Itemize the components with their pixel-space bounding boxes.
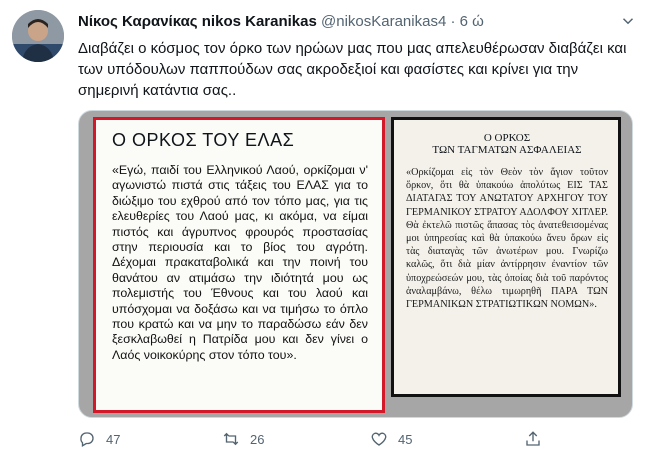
right-title-line2: ΤΩΝ ΤΑΓΜΑΤΩΝ ΑΣΦΑΛΕΙΑΣ: [432, 144, 582, 156]
security-battalions-oath-document: Ο ΟΡΚΟΣ ΤΩΝ ΤΑΓΜΑΤΩΝ ΑΣΦΑΛΕΙΑΣ «Ορκίζομα…: [391, 117, 621, 397]
reply-icon: [80, 432, 94, 447]
separator: ·: [450, 13, 456, 30]
tweet-media[interactable]: Ο ΟΡΚΟΣ ΤΟΥ ΕΛΑΣ «Εγώ, παιδί του Ελληνικ…: [78, 110, 633, 418]
security-battalions-oath-text: «Ορκίζομαι εἰς τὸν Θεὸν τὸν ἅγιον τοῦτον…: [406, 167, 608, 311]
like-button[interactable]: 45: [370, 430, 412, 448]
retweet-count: 26: [250, 431, 265, 447]
like-count: 45: [398, 431, 413, 447]
action-bar: 47 26 45: [78, 430, 638, 452]
security-battalions-oath-title: Ο ΟΡΚΟΣ ΤΩΝ ΤΑΓΜΑΤΩΝ ΑΣΦΑΛΕΙΑΣ: [406, 132, 608, 156]
reply-button[interactable]: 47: [78, 430, 120, 448]
tweet-text: Διαβάζει ο κόσμος τον όρκο των ηρώων μας…: [78, 40, 627, 99]
tweet-header: Νίκος Καρανίκας nikos Karanikas @nikosKa…: [78, 12, 484, 32]
share-icon: [526, 431, 540, 446]
elas-oath-title: Ο ΟΡΚΟΣ ΤΟΥ ΕΛΑΣ: [112, 130, 295, 150]
author-handle[interactable]: @nikosKaranikas4: [321, 13, 446, 30]
reply-count: 47: [106, 431, 121, 447]
avatar[interactable]: [12, 10, 64, 62]
right-title-line1: Ο ΟΡΚΟΣ: [483, 132, 531, 144]
elas-oath-text: «Εγώ, παιδί του Ελληνικού Λαού, ορκίζομα…: [112, 163, 368, 362]
retweet-button[interactable]: 26: [222, 430, 264, 448]
elas-oath-document: Ο ΟΡΚΟΣ ΤΟΥ ΕΛΑΣ «Εγώ, παιδί του Ελληνικ…: [93, 117, 385, 413]
retweet-icon: [223, 432, 239, 446]
timestamp[interactable]: 6 ώ: [460, 13, 484, 30]
like-icon: [371, 432, 387, 446]
more-icon[interactable]: [619, 12, 637, 30]
share-button[interactable]: [524, 430, 552, 448]
author-name[interactable]: Νίκος Καρανίκας nikos Karanikas: [78, 13, 317, 30]
